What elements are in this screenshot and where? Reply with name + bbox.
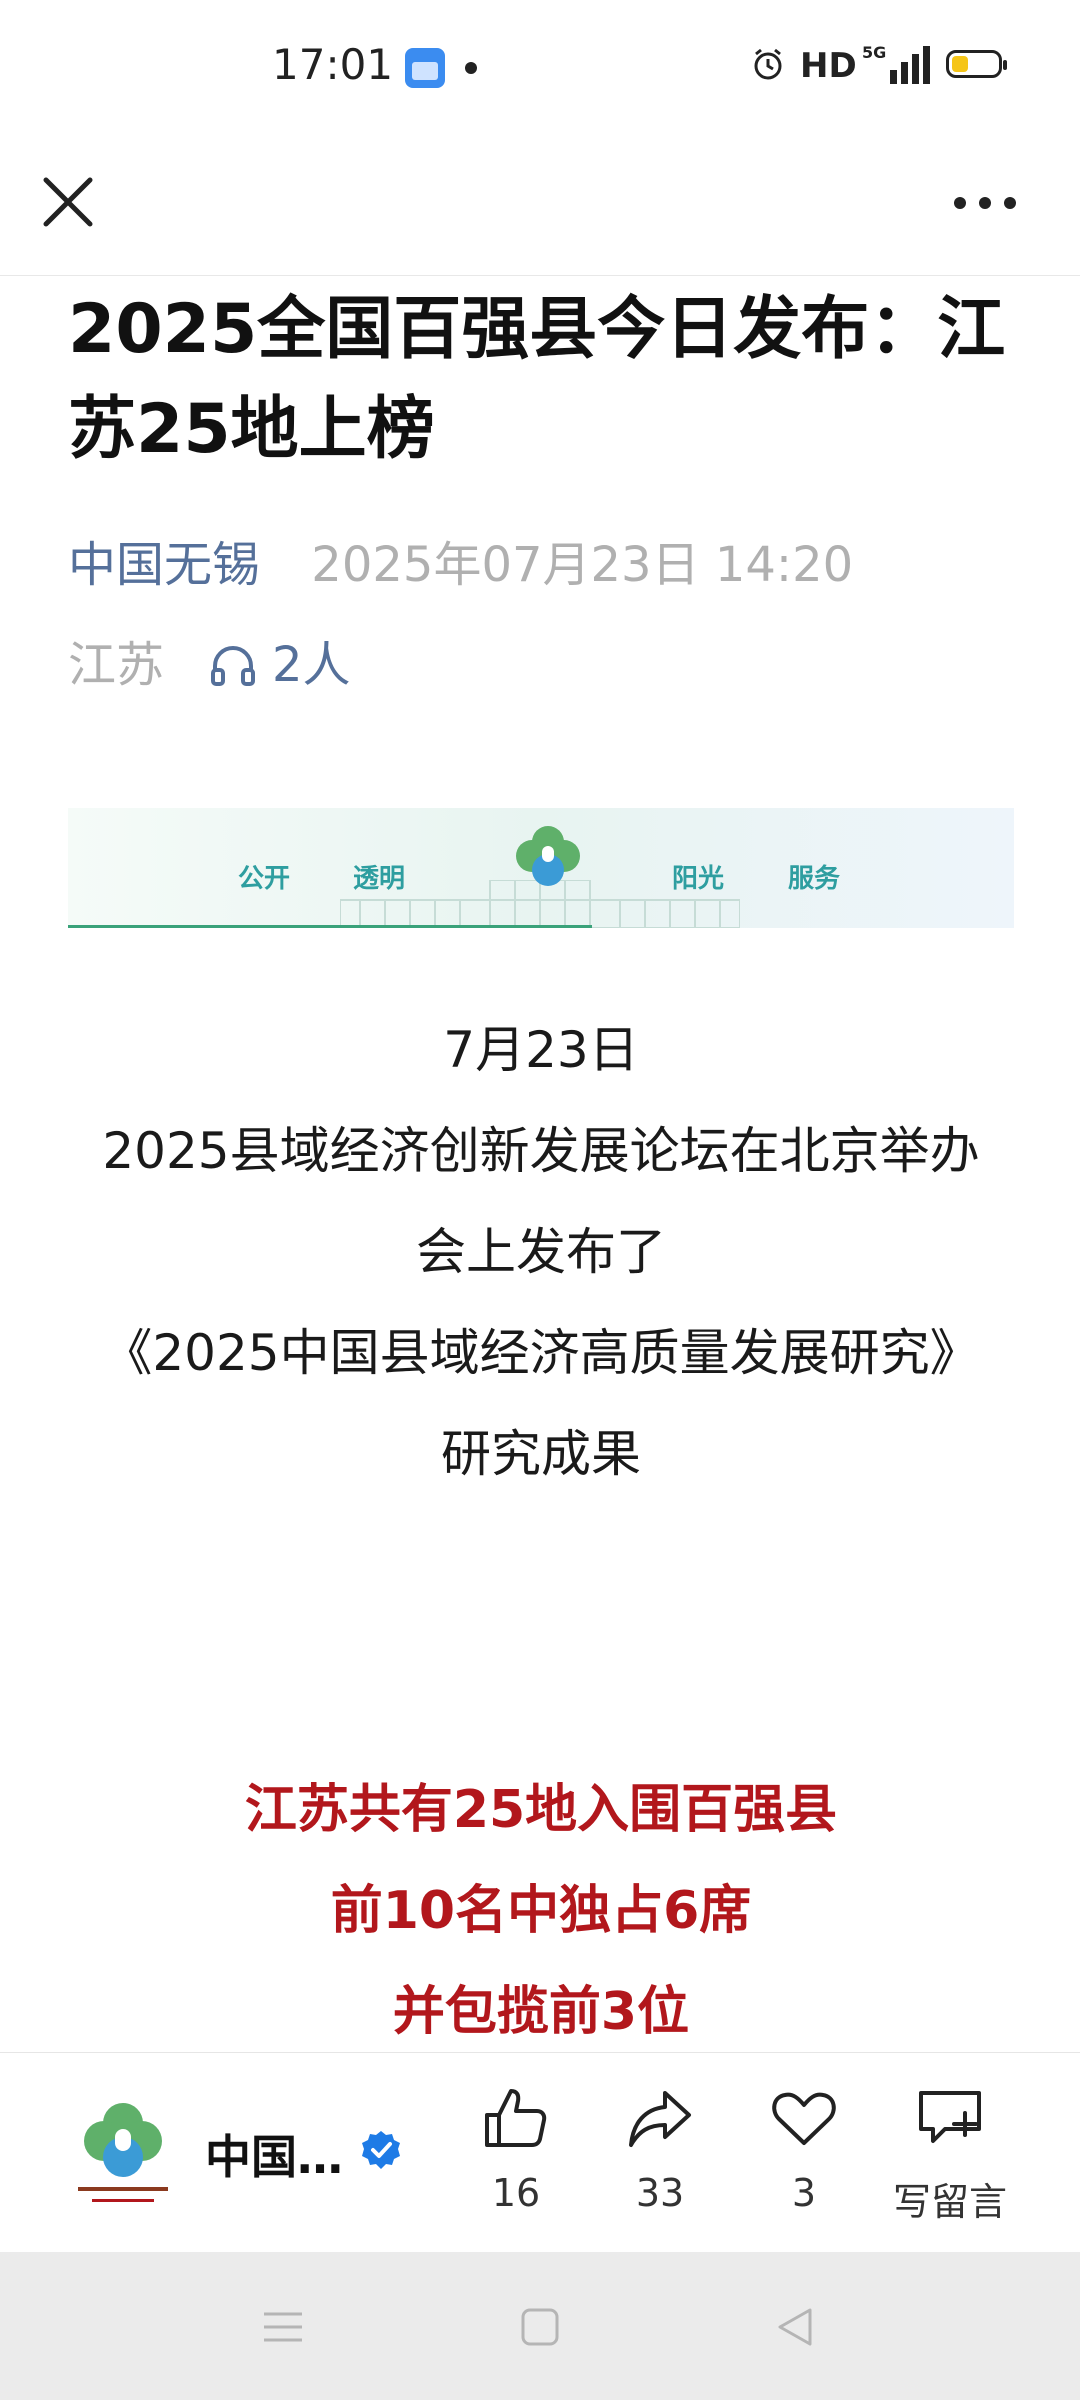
system-nav-bar [0,2252,1080,2400]
paragraph: 研究成果 [441,1425,641,1483]
like-button[interactable]: 16 [456,2083,576,2215]
battery-icon [946,50,1007,78]
heart-icon [772,2092,836,2145]
write-comment-button[interactable]: 写留言 [880,2083,1020,2226]
banner-underline [68,925,592,928]
article-datetime: 2025年07月23日 14:20 [311,537,854,593]
article-body: 7月23日 2025县域经济创新发展论坛在北京举办 会上发布了 《2025中国县… [68,1000,1014,1505]
article-meta-secondary: 江苏 2人 [68,630,351,700]
article-meta: 中国无锡 2025年07月23日 14:20 [68,530,853,600]
signal-5g-icon: 5G [862,43,930,84]
menu-icon[interactable] [258,2302,308,2352]
bottom-action-bar: 中国… 16 33 3 写留言 [0,2052,1080,2253]
share-count: 33 [635,2171,685,2215]
favorite-count: 3 [791,2171,817,2215]
alarm-icon [754,48,782,80]
share-arrow-icon [629,2091,691,2147]
write-comment-label: 写留言 [892,2180,1007,2224]
listener-count[interactable]: 2人 [272,630,351,700]
verified-badge-icon [362,2131,400,2169]
home-icon[interactable] [515,2302,565,2352]
svg-text:5G: 5G [862,43,886,62]
hd-indicator: HD [800,46,857,86]
status-time: 17:01 [272,40,394,89]
app-notification-icon [405,48,445,88]
paragraph: 7月23日 [443,1021,639,1079]
article-highlights: 江苏共有25地入围百强县 前10名中独占6席 并包揽前3位 [68,1760,1014,2063]
article-source-link[interactable]: 中国无锡 [68,537,260,593]
notification-dot-icon [465,62,477,74]
headphones-icon[interactable] [208,640,258,690]
article-title: 2025全国百强县今日发布：江苏25地上榜 [68,290,1006,469]
paragraph: 2025县域经济创新发展论坛在北京举办 [102,1122,980,1180]
thumbs-up-icon [485,2089,547,2147]
article-banner: 公开 透明 阳光 服务 [68,808,1014,928]
paragraph: 会上发布了 [416,1223,666,1281]
paragraph: 《2025中国县域经济高质量发展研究》 [102,1324,980,1382]
author-name[interactable]: 中国… [205,2121,343,2187]
banner-word: 公开 [238,864,291,894]
highlight-line: 江苏共有25地入围百强县 [244,1780,838,1840]
article-region: 江苏 [68,637,165,693]
banner-word: 阳光 [672,864,725,894]
highlight-line: 前10名中独占6席 [330,1881,752,1941]
author-avatar[interactable] [68,2093,178,2213]
share-button[interactable]: 33 [600,2083,720,2215]
favorite-button[interactable]: 3 [744,2083,864,2215]
close-icon[interactable] [36,170,100,234]
banner-word: 服务 [788,864,841,894]
banner-word: 透明 [353,864,406,894]
more-icon[interactable] [950,185,1020,221]
status-bar: 17:01 HD 5G [0,0,1080,135]
comment-plus-icon [919,2091,981,2143]
like-count: 16 [491,2171,541,2215]
back-icon[interactable] [770,2302,820,2352]
wuxi-logo-icon [516,826,580,886]
top-nav-bar [0,135,1080,276]
highlight-line: 并包揽前3位 [392,1982,690,2042]
